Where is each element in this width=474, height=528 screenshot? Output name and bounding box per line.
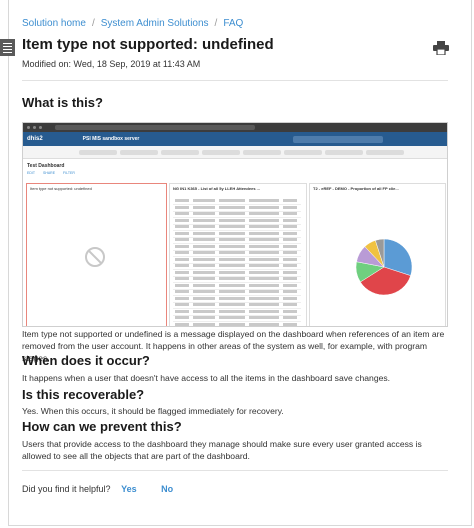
unsupported-item-panel: Item type not supported: undefined	[26, 183, 167, 326]
breadcrumb: Solution home / System Admin Solutions / FAQ	[22, 18, 243, 29]
section-heading-what: What is this?	[22, 95, 103, 110]
feedback-bar: Did you find it helpful? Yes No	[22, 484, 173, 494]
line-list-title: NG IN1 K365 - List of all 5y LLEH Attend…	[173, 186, 260, 191]
tab-edit: EDIT	[27, 171, 35, 175]
breadcrumb-solution-home[interactable]: Solution home	[22, 18, 86, 29]
dashboard-screenshot: dhis2 PSI MIS sandbox server Test Dashbo…	[22, 122, 448, 327]
server-name: PSI MIS sandbox server	[82, 136, 140, 142]
feedback-question: Did you find it helpful?	[22, 484, 111, 494]
dashboard-title: Test Dashboard	[27, 163, 65, 169]
search-box	[293, 135, 383, 143]
modified-date: Modified on: Wed, 18 Sep, 2019 at 11:43 …	[22, 59, 201, 69]
feedback-no-button[interactable]: No	[161, 484, 173, 494]
feedback-yes-button[interactable]: Yes	[121, 484, 137, 494]
tab-filter: FILTER	[63, 171, 75, 175]
document-icon	[0, 39, 15, 56]
pie-chart	[355, 238, 413, 296]
breadcrumb-system-admin[interactable]: System Admin Solutions	[101, 18, 209, 29]
section-body-prevent: Users that provide access to the dashboa…	[22, 439, 422, 461]
page-title: Item type not supported: undefined	[22, 36, 274, 53]
line-list-panel: NG IN1 K365 - List of all 5y LLEH Attend…	[169, 183, 307, 327]
print-icon[interactable]	[433, 41, 449, 55]
divider	[22, 80, 448, 81]
section-heading-when: When does it occur?	[22, 353, 150, 368]
section-heading-prevent: How can we prevent this?	[22, 419, 182, 434]
app-logo: dhis2	[27, 136, 43, 142]
app-header: dhis2 PSI MIS sandbox server	[23, 132, 447, 146]
breadcrumb-separator: /	[214, 18, 218, 29]
dashboard-bar: Test Dashboard EDIT SHARE FILTER	[23, 159, 447, 179]
dashboard-chips	[23, 146, 447, 159]
not-available-icon	[85, 247, 105, 267]
section-body-recoverable: Yes. When this occurs, it should be flag…	[22, 406, 284, 416]
pie-chart-title: T2 - eREF - DEMO - Proportion of all FP …	[313, 186, 399, 191]
browser-bar	[23, 123, 447, 132]
tab-share: SHARE	[42, 171, 56, 175]
breadcrumb-separator: /	[91, 18, 95, 29]
table-row	[173, 322, 301, 327]
breadcrumb-faq[interactable]: FAQ	[223, 18, 243, 29]
unsupported-item-label: Item type not supported: undefined	[30, 186, 92, 191]
section-heading-recoverable: Is this recoverable?	[22, 387, 145, 402]
divider	[22, 470, 448, 471]
pie-chart-panel: T2 - eREF - DEMO - Proportion of all FP …	[309, 183, 446, 326]
section-body-when: It happens when a user that doesn't have…	[22, 373, 391, 383]
